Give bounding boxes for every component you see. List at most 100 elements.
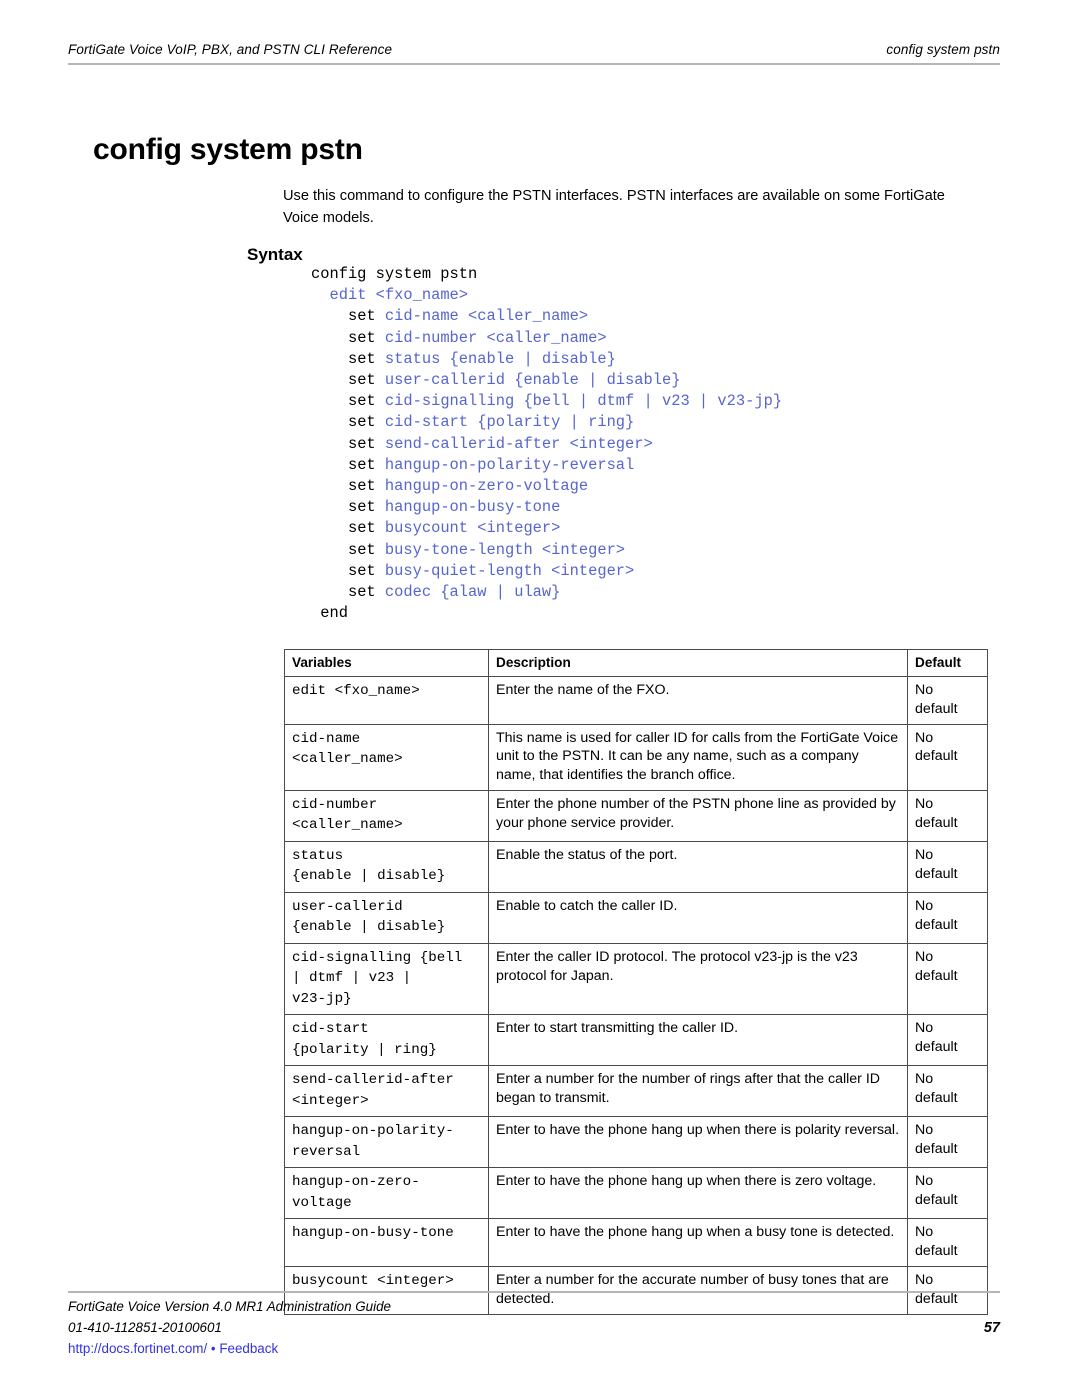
table-row: status {enable | disable} Enable the stat…	[284, 840, 988, 893]
syntax-keyword: set	[347, 371, 385, 390]
cell-default: No default	[907, 789, 988, 842]
table-row: cid-number <caller_name> Enter the phone …	[284, 789, 988, 842]
syntax-line: set hangup-on-zero-voltage	[311, 476, 782, 497]
syntax-line: set hangup-on-polarity-reversal	[311, 455, 782, 476]
page-footer: FortiGate Voice Version 4.0 MR1 Administ…	[68, 1297, 1000, 1360]
table-row: hangup-on-polarity- reversal Enter to hav…	[284, 1116, 988, 1169]
cell-variable: hangup-on-polarity- reversal	[284, 1116, 489, 1169]
cell-variable: hangup-on-busy-tone	[284, 1218, 489, 1268]
footer-divider	[68, 1291, 1000, 1293]
syntax-parameter: edit <fxo_name>	[329, 286, 469, 305]
cell-default: No default	[907, 1116, 988, 1169]
syntax-parameter: cid-name <caller_name>	[384, 307, 589, 326]
cell-default: No default	[907, 723, 988, 791]
cell-default: No default	[907, 942, 988, 1016]
cell-description: Enable to catch the caller ID.	[488, 891, 908, 944]
syntax-line: set user-callerid {enable | disable}	[311, 370, 782, 391]
column-header-description: Description	[488, 649, 908, 677]
syntax-parameter: cid-start {polarity | ring}	[384, 413, 635, 432]
syntax-parameter: status {enable | disable}	[384, 349, 616, 368]
cell-description: Enter the name of the FXO.	[488, 676, 908, 725]
footer-id-row: 01-410-112851-20100601 57	[68, 1318, 1000, 1339]
syntax-keyword: set	[347, 413, 385, 432]
table-header-row: Variables Description Default	[284, 649, 988, 677]
syntax-line: set busycount <integer>	[311, 518, 782, 539]
syntax-line: set busy-tone-length <integer>	[311, 540, 782, 561]
syntax-keyword: set	[347, 349, 385, 368]
table-row: cid-name <caller_name> This name is used …	[284, 723, 988, 791]
syntax-line: set cid-number <caller_name>	[311, 328, 782, 349]
syntax-line: config system pstn	[311, 264, 782, 285]
syntax-code-block: config system pstn edit <fxo_name> set c…	[311, 264, 782, 624]
cell-variable: cid-start {polarity | ring}	[284, 1014, 489, 1067]
syntax-parameter: cid-number <caller_name>	[384, 328, 607, 347]
cell-description: Enter the phone number of the PSTN phone…	[488, 789, 908, 842]
syntax-line: set status {enable | disable}	[311, 349, 782, 370]
syntax-line: set cid-start {polarity | ring}	[311, 412, 782, 433]
cell-description: Enter to have the phone hang up when a b…	[488, 1218, 908, 1268]
cell-description: This name is used for caller ID for call…	[488, 723, 908, 791]
syntax-keyword: set	[347, 392, 385, 411]
syntax-parameter: codec {alaw | ulaw}	[384, 583, 561, 602]
running-header: FortiGate Voice VoIP, PBX, and PSTN CLI …	[68, 42, 1000, 57]
syntax-parameter: user-callerid {enable | disable}	[384, 371, 681, 390]
syntax-parameter: hangup-on-zero-voltage	[384, 477, 589, 496]
footer-separator: •	[207, 1341, 220, 1356]
syntax-keyword: set	[347, 434, 385, 453]
footer-document-id: 01-410-112851-20100601	[68, 1319, 222, 1335]
header-divider	[68, 63, 1000, 65]
header-document-title: FortiGate Voice VoIP, PBX, and PSTN CLI …	[68, 42, 393, 57]
syntax-keyword: set	[347, 583, 385, 602]
page-title: config system pstn	[93, 133, 363, 167]
cell-default: No default	[907, 1218, 988, 1268]
syntax-keyword: set	[347, 540, 385, 559]
cell-variable: cid-name <caller_name>	[284, 723, 489, 791]
cell-default: No default	[907, 891, 988, 944]
syntax-line: set cid-signalling {bell | dtmf | v23 | …	[311, 391, 782, 412]
page-number: 57	[983, 1319, 1000, 1336]
syntax-keyword: set	[347, 561, 385, 580]
table-row: cid-signalling {bell | dtmf | v23 | v23-…	[284, 942, 988, 1016]
syntax-keyword: set	[347, 307, 385, 326]
cell-default: No default	[907, 676, 988, 725]
feedback-link[interactable]: Feedback	[219, 1341, 278, 1356]
syntax-line: set send-callerid-after <integer>	[311, 434, 782, 455]
cell-description: Enter a number for the number of rings a…	[488, 1065, 908, 1118]
syntax-keyword: set	[347, 477, 385, 496]
cell-variable: cid-number <caller_name>	[284, 789, 489, 842]
header-section-title: config system pstn	[886, 42, 1000, 57]
syntax-keyword: set	[347, 498, 385, 517]
cell-variable: hangup-on-zero- voltage	[284, 1167, 489, 1220]
cell-description: Enter to have the phone hang up when the…	[488, 1167, 908, 1220]
cell-description: Enter to start transmitting the caller I…	[488, 1014, 908, 1067]
syntax-keyword: end	[320, 604, 348, 623]
syntax-line: set codec {alaw | ulaw}	[311, 582, 782, 603]
column-header-default: Default	[907, 649, 988, 677]
syntax-line: set busy-quiet-length <integer>	[311, 561, 782, 582]
syntax-parameter: cid-signalling {bell | dtmf | v23 | v23-…	[384, 392, 783, 411]
table-row: user-callerid {enable | disable} Enable t…	[284, 891, 988, 944]
table-row: hangup-on-busy-tone Enter to have the pho…	[284, 1218, 988, 1268]
syntax-line: end	[311, 603, 782, 624]
cell-description: Enable the status of the port.	[488, 840, 908, 893]
table-row: edit <fxo_name> Enter the name of the FXO…	[284, 676, 988, 725]
syntax-line: set hangup-on-busy-tone	[311, 497, 782, 518]
cell-default: No default	[907, 1014, 988, 1067]
cell-description: Enter to have the phone hang up when the…	[488, 1116, 908, 1169]
footer-links: http://docs.fortinet.com/ • Feedback	[68, 1339, 1000, 1360]
syntax-parameter: send-callerid-after <integer>	[384, 434, 653, 453]
syntax-keyword: config system pstn	[311, 265, 478, 283]
syntax-line: edit <fxo_name>	[311, 285, 782, 306]
cell-description: Enter the caller ID protocol. The protoc…	[488, 942, 908, 1016]
docs-url-link[interactable]: http://docs.fortinet.com/	[68, 1341, 207, 1356]
variables-table: Variables Description Default edit <fxo_…	[284, 649, 988, 1315]
table-row: send-callerid-after <integer> Enter a num…	[284, 1065, 988, 1118]
intro-paragraph: Use this command to configure the PSTN i…	[283, 187, 945, 226]
cell-variable: cid-signalling {bell | dtmf | v23 | v23-…	[284, 942, 489, 1016]
cell-default: No default	[907, 1065, 988, 1118]
footer-guide-title: FortiGate Voice Version 4.0 MR1 Administ…	[68, 1299, 392, 1314]
syntax-keyword: set	[347, 455, 385, 474]
syntax-line: set cid-name <caller_name>	[311, 306, 782, 327]
document-page: FortiGate Voice VoIP, PBX, and PSTN CLI …	[0, 0, 1080, 1397]
cell-default: No default	[907, 840, 988, 893]
